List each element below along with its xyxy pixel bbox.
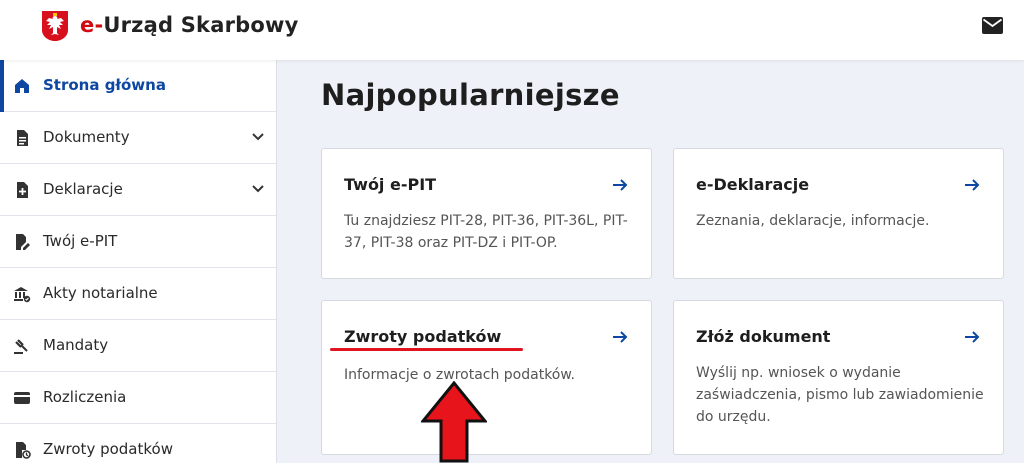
- sidebar-item-label: Akty notarialne: [43, 284, 158, 302]
- sidebar-item-label: Deklaracje: [43, 180, 123, 198]
- sidebar-item-label: Zwroty podatków: [43, 440, 173, 458]
- arrow-right-icon: [613, 179, 628, 191]
- arrow-right-icon: [613, 331, 628, 343]
- sidebar-item-deklaracje[interactable]: Deklaracje: [0, 164, 276, 216]
- refund-icon: [16, 442, 31, 459]
- sidebar-item-label: Strona główna: [43, 76, 166, 94]
- card-zloz-dokument[interactable]: Złóż dokument Wyślij np. wniosek o wydan…: [673, 300, 1004, 455]
- card-title: Złóż dokument: [696, 327, 831, 346]
- app-title[interactable]: e-Urząd Skarbowy: [80, 13, 298, 37]
- sidebar-item-label: Dokumenty: [43, 128, 130, 146]
- highlight-underline: [330, 348, 523, 351]
- gavel-icon: [14, 339, 28, 354]
- edit-document-icon: [16, 234, 30, 250]
- document-icon: [17, 130, 28, 146]
- card-title: e-Deklaracje: [696, 175, 810, 194]
- app-title-name: Urząd Skarbowy: [103, 13, 299, 37]
- sidebar-item-strona-glowna[interactable]: Strona główna: [0, 60, 276, 112]
- sidebar-item-rozliczenia[interactable]: Rozliczenia: [0, 372, 276, 424]
- card-e-deklaracje[interactable]: e-Deklaracje Zeznania, deklaracje, infor…: [673, 148, 1004, 279]
- sidebar: Strona główna Dokumenty Deklaracje Twój …: [0, 60, 277, 463]
- polish-eagle-emblem-icon: [42, 11, 68, 41]
- card-description: Tu znajdziesz PIT-28, PIT-36, PIT-36L, P…: [344, 213, 628, 251]
- sidebar-item-dokumenty[interactable]: Dokumenty: [0, 112, 276, 164]
- sidebar-item-label: Rozliczenia: [43, 388, 127, 406]
- card-description: Wyślij np. wniosek o wydanie zaświadczen…: [696, 365, 984, 425]
- card-title: Twój e-PIT: [344, 175, 437, 194]
- chevron-down-icon[interactable]: [251, 184, 265, 194]
- arrow-right-icon: [965, 179, 980, 191]
- mail-icon[interactable]: [982, 17, 1003, 34]
- card-description: Zeznania, deklaracje, informacje.: [696, 213, 930, 229]
- card-twoj-e-pit[interactable]: Twój e-PIT Tu znajdziesz PIT-28, PIT-36,…: [321, 148, 652, 279]
- bank-icon: [14, 287, 31, 303]
- arrow-right-icon: [965, 331, 980, 343]
- sidebar-item-zwroty-podatkow[interactable]: Zwroty podatków: [0, 424, 276, 463]
- card-description: Informacje o zwrotach podatków.: [344, 367, 575, 383]
- sidebar-item-label: Twój e-PIT: [43, 232, 118, 250]
- declaration-icon: [17, 182, 28, 198]
- page-title: Najpopularniejsze: [321, 78, 620, 112]
- top-header: e-Urząd Skarbowy: [0, 0, 1024, 60]
- sidebar-item-mandaty[interactable]: Mandaty: [0, 320, 276, 372]
- home-icon: [15, 79, 29, 93]
- card-title: Zwroty podatków: [344, 327, 502, 346]
- red-up-arrow-icon: [421, 381, 487, 463]
- app-title-prefix: e-: [80, 13, 104, 37]
- chevron-down-icon[interactable]: [251, 132, 265, 142]
- sidebar-item-label: Mandaty: [43, 336, 109, 354]
- sidebar-item-akty-notarialne[interactable]: Akty notarialne: [0, 268, 276, 320]
- sidebar-item-twoj-e-pit[interactable]: Twój e-PIT: [0, 216, 276, 268]
- wallet-icon: [14, 392, 30, 404]
